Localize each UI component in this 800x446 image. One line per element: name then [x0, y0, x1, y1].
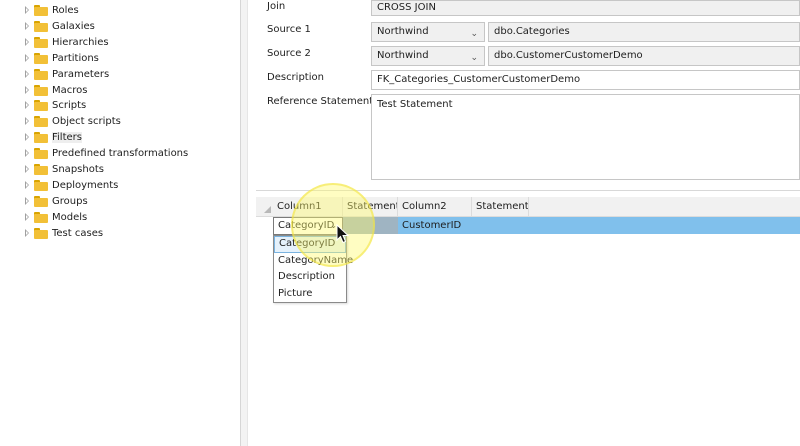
- expand-chevron-icon[interactable]: [24, 113, 32, 129]
- folder-icon: [34, 131, 48, 143]
- description-input[interactable]: FK_Categories_CustomerCustomerDemo: [371, 70, 800, 90]
- column1-combo-editor[interactable]: CategoryID ⌄: [273, 217, 343, 235]
- source2-db-value: Northwind: [377, 50, 429, 61]
- chevron-down-icon: ⌄: [470, 53, 478, 63]
- select-all-corner-icon[interactable]: [264, 206, 271, 213]
- reference-statement-label: Reference Statement: [267, 96, 374, 107]
- tree-item-predefined-transformations[interactable]: Predefined transformations: [24, 145, 188, 161]
- header-column2[interactable]: Column2: [398, 197, 472, 217]
- tree-item-models[interactable]: Models: [24, 209, 87, 225]
- cell-statement2[interactable]: [472, 217, 529, 234]
- folder-icon: [34, 4, 48, 16]
- dropdown-option[interactable]: Picture: [274, 286, 346, 303]
- tree-item-test-cases[interactable]: Test cases: [24, 225, 103, 241]
- panel-splitter[interactable]: [240, 0, 248, 446]
- folder-icon: [34, 227, 48, 239]
- expand-chevron-icon[interactable]: [24, 209, 32, 225]
- expand-chevron-icon[interactable]: [24, 177, 32, 193]
- header-statement2[interactable]: Statement2: [472, 197, 529, 217]
- object-tree: Roles Galaxies Hierarchies Partitions Pa…: [0, 0, 240, 446]
- chevron-down-icon[interactable]: ⌄: [330, 218, 337, 234]
- tree-item-hierarchies[interactable]: Hierarchies: [24, 34, 109, 50]
- chevron-down-icon: ⌄: [470, 29, 478, 39]
- expand-chevron-icon[interactable]: [24, 50, 32, 66]
- reference-statement-textarea[interactable]: Test Statement: [371, 94, 800, 180]
- source2-table-field[interactable]: dbo.CustomerCustomerDemo: [488, 46, 800, 66]
- column1-dropdown-list: CategoryID CategoryName Description Pict…: [273, 235, 353, 303]
- expand-chevron-icon[interactable]: [24, 145, 32, 161]
- source1-table-field[interactable]: dbo.Categories: [488, 22, 800, 42]
- source1-db-select[interactable]: Northwind ⌄: [371, 22, 485, 42]
- cell-column2[interactable]: CustomerID: [398, 217, 472, 234]
- folder-icon: [34, 36, 48, 48]
- tree-item-parameters[interactable]: Parameters: [24, 66, 109, 82]
- folder-icon: [34, 99, 48, 111]
- column1-combo-value: CategoryID: [278, 220, 335, 231]
- folder-icon: [34, 163, 48, 175]
- expand-chevron-icon[interactable]: [24, 2, 32, 18]
- table-row[interactable]: CustomerID: [273, 217, 800, 234]
- expand-chevron-icon[interactable]: [24, 34, 32, 50]
- tree-item-filters[interactable]: Filters: [24, 129, 82, 145]
- expand-chevron-icon[interactable]: [24, 82, 32, 98]
- folder-icon: [34, 211, 48, 223]
- source1-db-value: Northwind: [377, 26, 429, 37]
- relation-form: Join CROSS JOIN Source 1 Northwind ⌄ dbo…: [256, 0, 800, 190]
- dropdown-option[interactable]: CategoryName: [274, 253, 353, 270]
- expand-chevron-icon[interactable]: [24, 18, 32, 34]
- expand-chevron-icon[interactable]: [24, 225, 32, 241]
- expand-chevron-icon[interactable]: [24, 66, 32, 82]
- expand-chevron-icon[interactable]: [24, 129, 32, 145]
- dropdown-option[interactable]: CategoryID: [274, 236, 346, 253]
- folder-icon: [34, 68, 48, 80]
- folder-icon: [34, 179, 48, 191]
- tree-item-snapshots[interactable]: Snapshots: [24, 161, 104, 177]
- header-column1[interactable]: Column1: [273, 197, 343, 217]
- source2-db-select[interactable]: Northwind ⌄: [371, 46, 485, 66]
- grid-header: Column1 Statement1 Column2 Statement2: [256, 197, 800, 217]
- header-statement1[interactable]: Statement1: [343, 197, 398, 217]
- source1-label: Source 1: [267, 24, 311, 35]
- join-field[interactable]: CROSS JOIN: [371, 0, 800, 16]
- folder-icon: [34, 147, 48, 159]
- tree-item-scripts[interactable]: Scripts: [24, 97, 86, 113]
- folder-icon: [34, 84, 48, 96]
- folder-icon: [34, 52, 48, 64]
- expand-chevron-icon[interactable]: [24, 193, 32, 209]
- expand-chevron-icon[interactable]: [24, 161, 32, 177]
- tree-item-object-scripts[interactable]: Object scripts: [24, 113, 121, 129]
- expand-chevron-icon[interactable]: [24, 97, 32, 113]
- column-mapping-grid: Column1 Statement1 Column2 Statement2 Cu…: [256, 197, 800, 446]
- tree-item-groups[interactable]: Groups: [24, 193, 88, 209]
- source2-label: Source 2: [267, 48, 311, 59]
- tree-item-deployments[interactable]: Deployments: [24, 177, 118, 193]
- cell-statement1[interactable]: [343, 217, 398, 234]
- dropdown-option[interactable]: Description: [274, 269, 346, 286]
- folder-icon: [34, 20, 48, 32]
- form-divider: [256, 190, 800, 191]
- tree-item-partitions[interactable]: Partitions: [24, 50, 99, 66]
- tree-item-roles[interactable]: Roles: [24, 2, 79, 18]
- folder-icon: [34, 195, 48, 207]
- tree-item-macros[interactable]: Macros: [24, 82, 87, 98]
- description-label: Description: [267, 72, 324, 83]
- join-label: Join: [267, 1, 286, 12]
- folder-icon: [34, 115, 48, 127]
- tree-item-galaxies[interactable]: Galaxies: [24, 18, 95, 34]
